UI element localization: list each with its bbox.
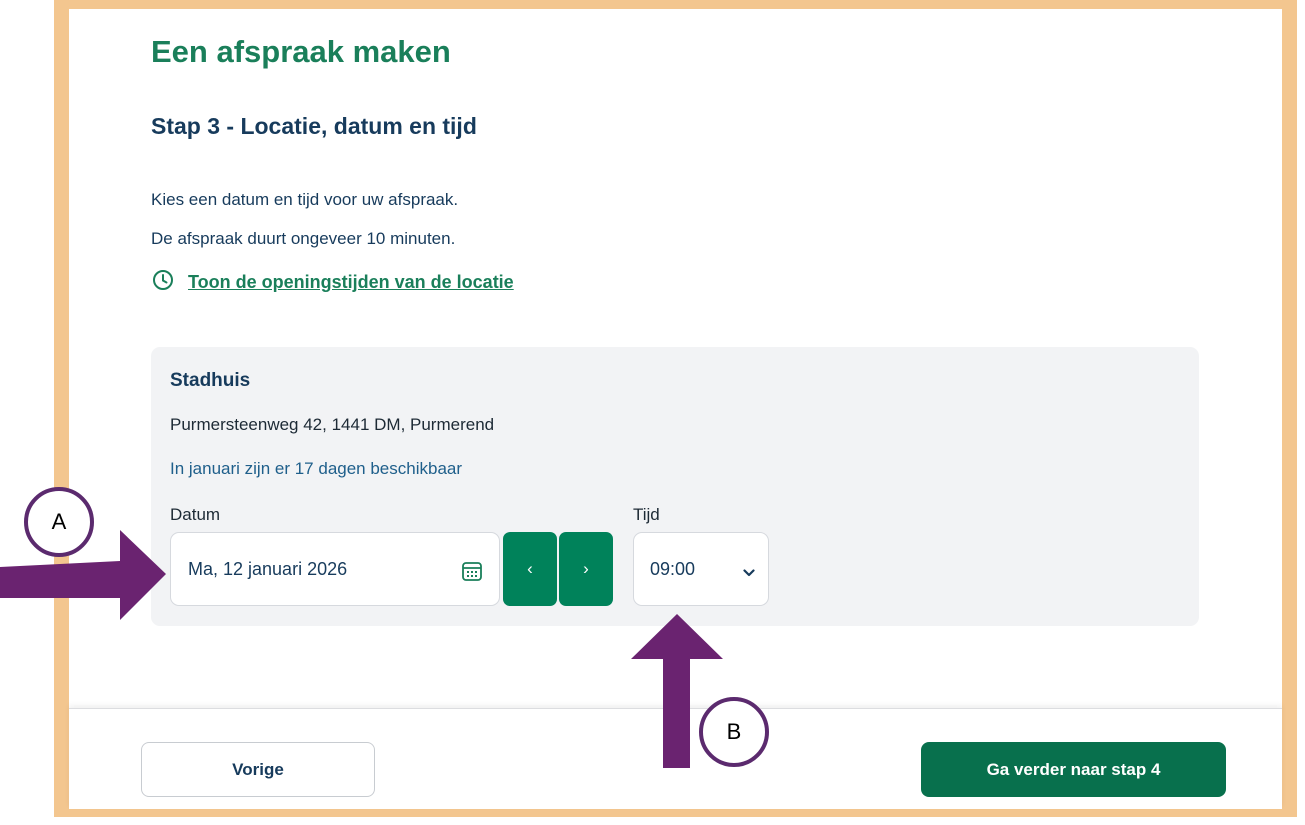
annotation-marker-a: A <box>24 487 94 557</box>
annotation-marker-b: B <box>699 697 769 767</box>
annotation-arrows <box>0 530 723 768</box>
